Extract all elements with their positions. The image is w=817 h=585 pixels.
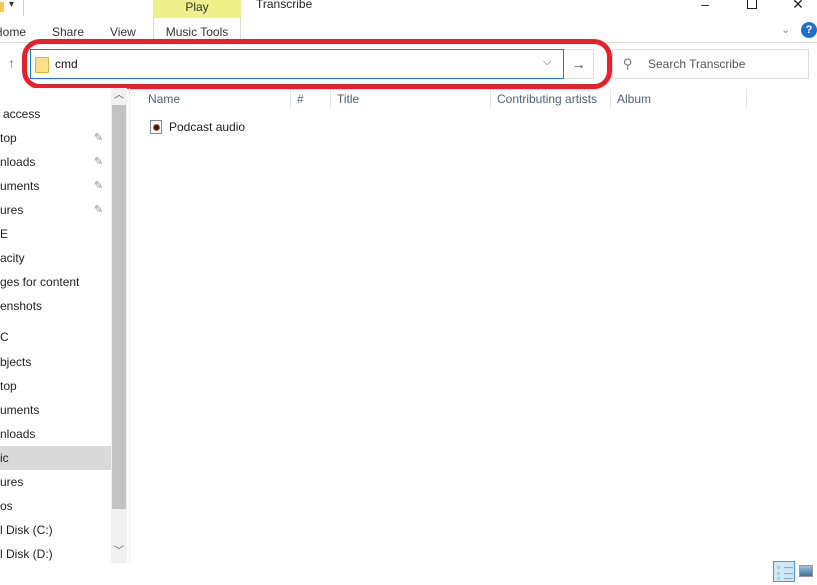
tab-music-tools[interactable]: Music Tools xyxy=(153,18,241,43)
scroll-down-chevron-icon[interactable]: ﹀ xyxy=(111,544,127,560)
sidebar-item-downloads-pc[interactable]: nloads xyxy=(0,422,111,446)
column-divider[interactable] xyxy=(330,89,331,109)
sidebar-item-downloads[interactable]: nloads ✎ xyxy=(0,150,111,174)
column-header-album[interactable]: Album xyxy=(617,87,651,111)
details-view-button[interactable]: ▫ ▫ ▫ ‒‒ ‒‒ ‒‒ xyxy=(773,561,795,583)
go-arrow-button[interactable]: → xyxy=(564,49,594,79)
sidebar-item-audacity[interactable]: acity xyxy=(0,246,111,270)
pane-divider[interactable] xyxy=(129,88,130,563)
sidebar-item-e[interactable]: E xyxy=(0,222,111,246)
address-row: ↑ cmd ⌵ → ⚲ Search Transcribe xyxy=(0,39,817,89)
column-header-title[interactable]: Title xyxy=(337,87,359,111)
quick-access-folder-icon[interactable] xyxy=(0,2,4,12)
pin-icon[interactable]: ✎ xyxy=(94,126,103,150)
quick-access-dropdown-icon[interactable]: ▾ xyxy=(9,0,14,10)
column-headers: Name # Title Contributing artists Album xyxy=(131,87,817,111)
sidebar-item-screenshots[interactable]: enshots xyxy=(0,294,111,318)
tab-share[interactable]: Share xyxy=(52,25,84,39)
disc-icon xyxy=(153,124,160,131)
close-button[interactable]: ✕ xyxy=(783,0,813,14)
search-input[interactable]: Search Transcribe xyxy=(648,57,745,71)
sidebar-item-local-disk-d[interactable]: l Disk (D:) xyxy=(0,542,111,563)
pin-icon[interactable]: ✎ xyxy=(94,150,103,174)
pin-icon[interactable]: ✎ xyxy=(94,198,103,222)
sidebar-item-local-disk-c[interactable]: l Disk (C:) xyxy=(0,518,111,542)
address-input[interactable]: cmd xyxy=(55,57,78,71)
details-view-icon-line: ▫ xyxy=(777,574,780,583)
sidebar-item-documents-pc[interactable]: uments xyxy=(0,398,111,422)
file-row[interactable]: Podcast audio xyxy=(145,116,495,138)
expand-ribbon-chevron-icon[interactable]: ⌄ xyxy=(781,23,790,36)
details-view-icon-line: ‒‒ xyxy=(784,574,793,583)
sidebar-item-desktop-pc[interactable]: top xyxy=(0,374,111,398)
scrollbar-thumb[interactable] xyxy=(112,105,126,509)
large-icons-view-button[interactable] xyxy=(799,565,813,577)
help-icon[interactable]: ? xyxy=(801,22,817,38)
column-divider[interactable] xyxy=(290,89,291,109)
tab-home[interactable]: Home xyxy=(0,25,26,39)
folder-icon xyxy=(35,57,49,73)
window-title: Transcribe xyxy=(256,0,313,11)
ribbon-tabs: Home Share View Music Tools ⌄ ? xyxy=(0,18,817,43)
sidebar-item-3d-objects[interactable]: bjects xyxy=(0,350,111,374)
sidebar-item-quick-access[interactable]: access xyxy=(0,102,111,126)
column-divider[interactable] xyxy=(490,89,491,109)
scroll-up-chevron-icon[interactable]: ︿ xyxy=(111,88,127,104)
address-bar[interactable]: cmd ⌵ xyxy=(30,49,564,79)
sidebar-item-pictures-pc[interactable]: ures xyxy=(0,470,111,494)
maximize-icon xyxy=(747,0,757,9)
pin-icon[interactable]: ✎ xyxy=(94,174,103,198)
sidebar-item-desktop[interactable]: top ✎ xyxy=(0,126,111,150)
quick-access-divider xyxy=(23,0,24,16)
sidebar-scrollbar[interactable]: ︿ ﹀ xyxy=(111,88,127,563)
tab-view[interactable]: View xyxy=(110,25,136,39)
column-header-name[interactable]: Name xyxy=(148,87,180,111)
sidebar-item-music[interactable]: ic xyxy=(0,446,111,470)
title-bar: ▾ Play Transcribe – ✕ xyxy=(0,0,817,18)
file-name: Podcast audio xyxy=(169,120,246,134)
column-header-contributing-artists[interactable]: Contributing artists xyxy=(497,87,597,111)
sidebar-item-videos[interactable]: os xyxy=(0,494,111,518)
search-icon: ⚲ xyxy=(623,56,633,71)
sidebar-item-pictures[interactable]: ures ✎ xyxy=(0,198,111,222)
navigation-pane: access top ✎ nloads ✎ uments ✎ ures ✎ E acit… xyxy=(0,88,127,563)
sidebar-item-this-pc[interactable]: C xyxy=(0,325,111,349)
minimize-button[interactable]: – xyxy=(690,0,720,14)
search-box[interactable]: ⚲ Search Transcribe xyxy=(612,49,809,79)
column-header-number[interactable]: # xyxy=(297,87,304,111)
column-divider[interactable] xyxy=(610,89,611,109)
sidebar-item-documents[interactable]: uments ✎ xyxy=(0,174,111,198)
contextual-tab-play[interactable]: Play xyxy=(153,0,241,18)
up-arrow-icon[interactable]: ↑ xyxy=(8,55,15,71)
sidebar-item-images-for-content[interactable]: ges for content xyxy=(0,270,111,294)
maximize-button[interactable] xyxy=(737,0,767,14)
audio-file-icon xyxy=(150,120,162,134)
address-history-chevron-icon[interactable]: ⌵ xyxy=(543,56,551,69)
column-divider[interactable] xyxy=(746,89,747,109)
